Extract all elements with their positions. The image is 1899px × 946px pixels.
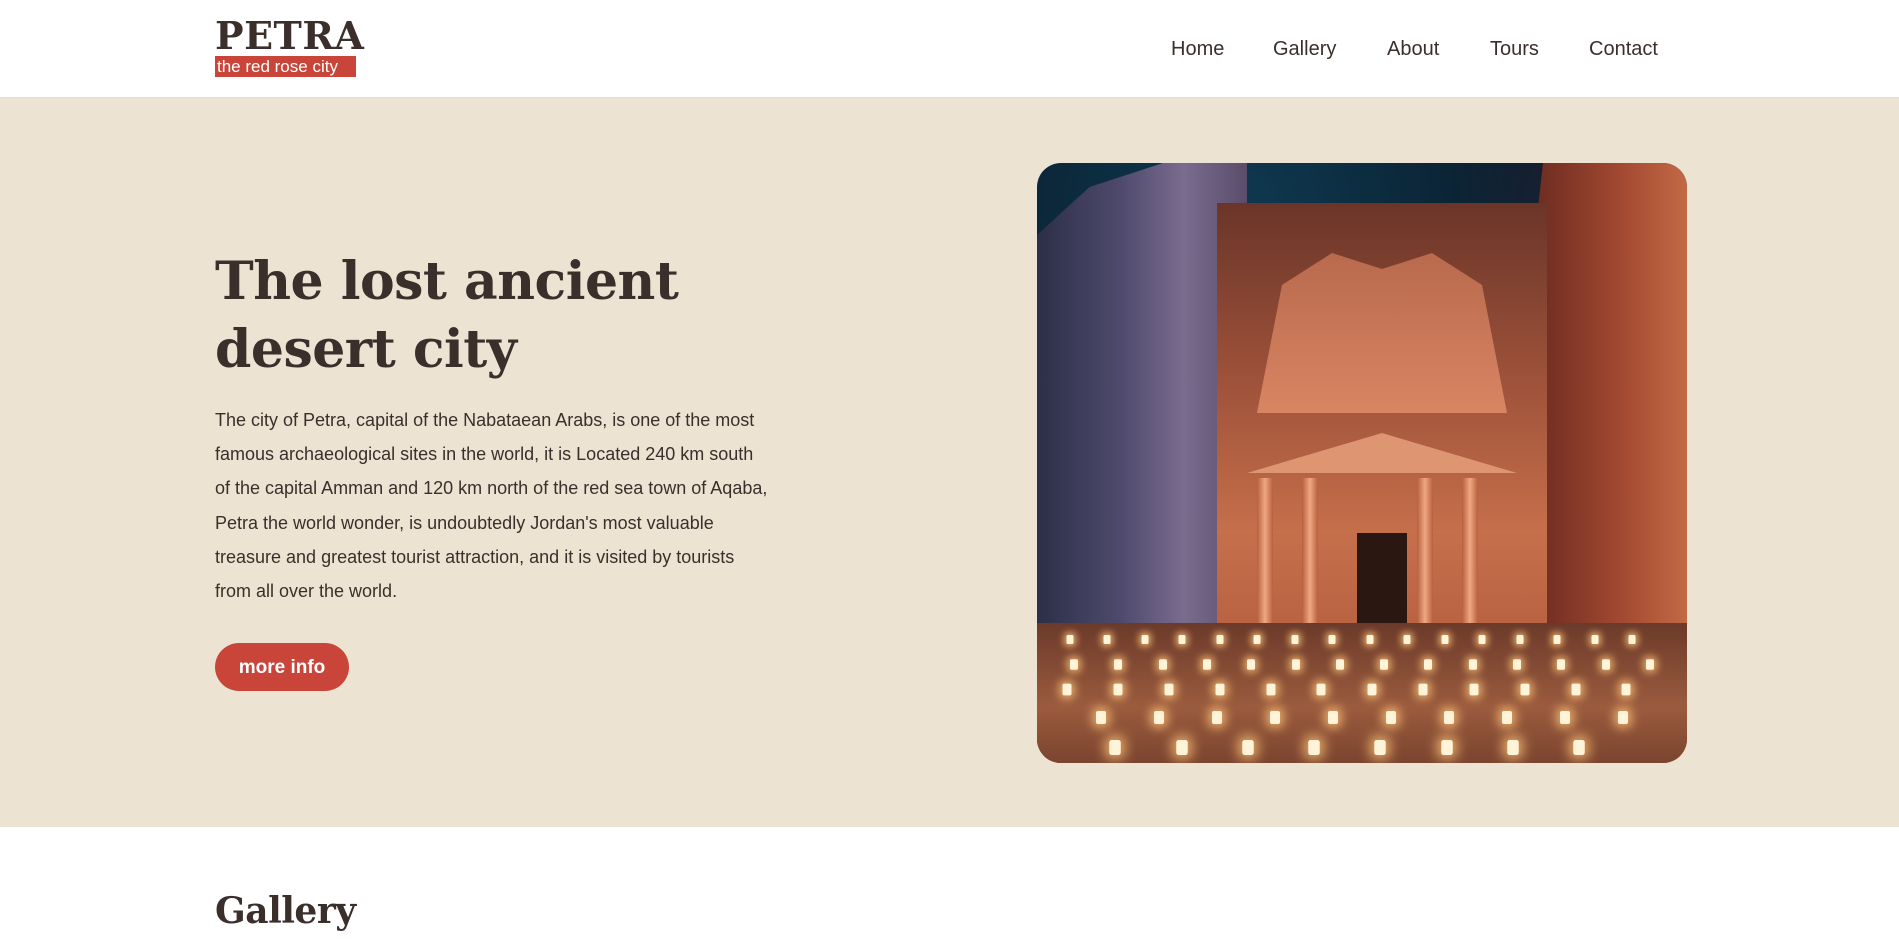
candle — [1096, 711, 1106, 724]
candle — [1335, 659, 1344, 670]
candle — [1560, 711, 1570, 724]
candle — [1628, 634, 1636, 645]
candle — [1507, 740, 1519, 755]
candle — [1444, 711, 1454, 724]
candle — [1366, 634, 1373, 645]
facade-upper-tier — [1257, 253, 1507, 413]
petra-treasury-image — [1037, 163, 1687, 763]
candle — [1316, 683, 1326, 696]
candle — [1601, 659, 1610, 670]
candle — [1215, 683, 1225, 696]
nav-link-gallery[interactable]: Gallery — [1273, 36, 1336, 62]
nav-link-tours[interactable]: Tours — [1490, 36, 1539, 62]
candle — [1270, 711, 1280, 724]
candle — [1374, 740, 1386, 755]
candle — [1216, 634, 1223, 645]
hero-title-line-2: desert city — [215, 319, 517, 380]
candle — [1266, 683, 1275, 696]
candle — [1469, 683, 1479, 696]
site-header: PETRA the red rose city Home Gallery Abo… — [0, 0, 1899, 98]
candle — [1109, 740, 1121, 755]
candle — [1571, 683, 1580, 696]
candle — [1212, 711, 1222, 724]
nav-link-home[interactable]: Home — [1171, 36, 1224, 62]
candle — [1367, 683, 1377, 696]
candle — [1513, 659, 1521, 670]
logo-title: PETRA — [215, 13, 365, 58]
candle — [1516, 634, 1523, 645]
candle — [1557, 659, 1566, 670]
candle — [1645, 659, 1654, 670]
candle — [1441, 634, 1448, 645]
candle — [1328, 711, 1338, 724]
candle — [1154, 711, 1164, 724]
candle — [1440, 740, 1453, 755]
logo[interactable]: PETRA the red rose city — [215, 13, 365, 77]
candle — [1247, 659, 1256, 670]
candle — [1328, 634, 1336, 645]
candle — [1502, 711, 1512, 724]
gallery-heading: Gallery — [215, 890, 356, 932]
candle — [1403, 634, 1411, 645]
candle — [1175, 740, 1188, 755]
candle — [1062, 683, 1072, 696]
candle — [1203, 659, 1211, 670]
candle — [1070, 659, 1079, 670]
candle — [1242, 740, 1254, 755]
candle — [1158, 659, 1167, 670]
candle — [1468, 659, 1477, 670]
candle — [1291, 659, 1300, 670]
treasury-facade — [1217, 203, 1547, 673]
candle — [1308, 740, 1320, 755]
hero-title-line-1: The lost ancient — [215, 251, 679, 312]
ground — [1037, 623, 1687, 763]
candle — [1113, 683, 1123, 696]
candle — [1066, 634, 1073, 645]
candle — [1621, 683, 1631, 696]
more-info-button[interactable]: more info — [215, 643, 349, 691]
candle — [1418, 683, 1428, 696]
nav-link-about[interactable]: About — [1387, 36, 1439, 62]
candle — [1141, 634, 1148, 645]
nav-link-contact[interactable]: Contact — [1589, 36, 1658, 62]
candle — [1103, 634, 1111, 645]
candle — [1253, 634, 1261, 645]
candle — [1114, 659, 1123, 670]
facade-pediment — [1247, 433, 1517, 473]
logo-tagline: the red rose city — [215, 56, 356, 77]
hero-description: The city of Petra, capital of the Nabata… — [215, 410, 768, 602]
candle — [1386, 711, 1396, 724]
hero-section: The lost ancient desert city The city of… — [0, 98, 1899, 827]
candle — [1178, 634, 1186, 645]
candle — [1424, 659, 1433, 670]
candle — [1591, 634, 1598, 645]
main-nav: Home Gallery About Tours Contact — [1150, 36, 1670, 62]
candle — [1380, 659, 1389, 670]
candle — [1573, 740, 1585, 755]
candle — [1520, 683, 1530, 696]
candle — [1478, 634, 1486, 645]
candle — [1291, 634, 1298, 645]
candle — [1164, 683, 1174, 696]
candle — [1553, 634, 1561, 645]
candle — [1618, 711, 1628, 724]
hero-title: The lost ancient desert city — [215, 248, 775, 384]
